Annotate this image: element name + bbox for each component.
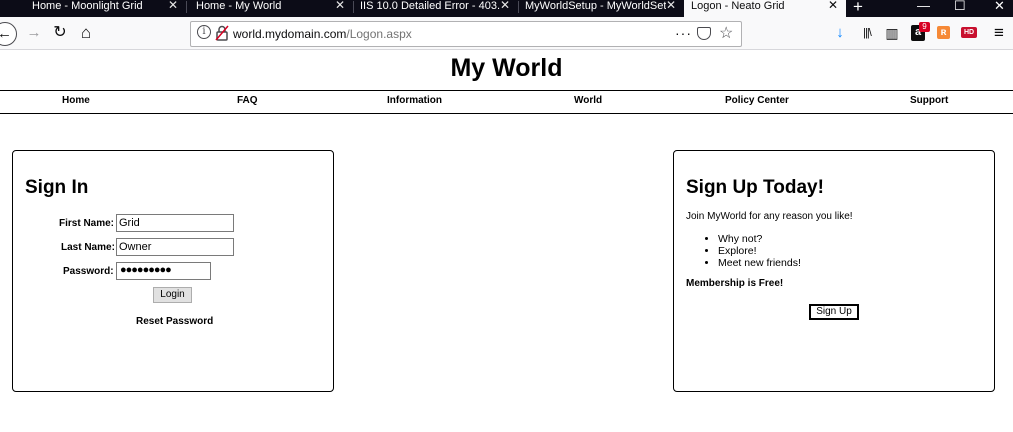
tab-myworldsetup[interactable]: MyWorldSetup - MyWorldSetup ✕ [519, 0, 684, 17]
close-icon[interactable]: ✕ [666, 0, 676, 11]
signin-heading: Sign In [25, 177, 89, 198]
signup-reasons-list: Why not? Explore! Meet new friends! [718, 233, 801, 269]
url-text[interactable]: world.mydomain.com/Logon.aspx [233, 26, 412, 42]
download-icon[interactable]: ↓ [833, 24, 847, 42]
tab-title: Home - Moonlight Grid [32, 0, 143, 12]
close-icon[interactable]: ✕ [335, 0, 345, 11]
new-tab-icon[interactable]: + [853, 0, 863, 17]
signup-heading: Sign Up Today! [686, 177, 824, 198]
tab-title: IIS 10.0 Detailed Error - 403.14 - Forbi… [360, 0, 500, 12]
bookmark-star-icon[interactable]: ☆ [719, 23, 733, 43]
signup-intro: Join MyWorld for any reason you like! [686, 211, 853, 222]
password-mask: ●●●●●●●●● [120, 264, 172, 276]
reload-icon[interactable]: ↻ [52, 23, 68, 43]
tab-title: Home - My World [196, 0, 282, 12]
site-title: My World [450, 54, 563, 82]
tab-my-world[interactable]: Home - My World ✕ [187, 0, 353, 17]
list-item: Explore! [718, 245, 801, 257]
first-name-input[interactable] [116, 214, 234, 232]
menu-item-home[interactable]: Home [62, 95, 90, 106]
insecure-lock-icon[interactable] [215, 25, 229, 41]
password-label: Password: [63, 266, 114, 277]
close-icon[interactable]: ✕ [828, 0, 838, 11]
home-icon[interactable]: ⌂ [77, 23, 95, 43]
membership-note: Membership is Free! [686, 278, 784, 289]
first-name-label: First Name: [59, 218, 115, 229]
page-actions-icon[interactable]: ··· [675, 25, 692, 41]
sign-up-button[interactable]: Sign Up [809, 304, 859, 320]
navigation-toolbar: ← → ↻ ⌂ i world.mydomain.com/Logon.aspx … [0, 17, 1013, 50]
library-icon[interactable]: |||\ [858, 24, 876, 42]
forward-arrow-icon[interactable]: → [26, 23, 42, 43]
signup-panel: Sign Up Today! Join MyWorld for any reas… [673, 150, 995, 392]
hd-extension-icon[interactable]: HD [961, 27, 977, 38]
notification-badge: 9 [919, 22, 930, 32]
last-name-label: Last Name: [61, 242, 115, 253]
tab-iis-error[interactable]: IIS 10.0 Detailed Error - 403.14 - Forbi… [354, 0, 518, 17]
close-icon[interactable]: ✕ [500, 0, 510, 11]
menu-item-world[interactable]: World [574, 95, 602, 106]
sidebar-icon[interactable]: ▥ [884, 24, 900, 42]
tab-moonlight-grid[interactable]: Home - Moonlight Grid ✕ [0, 0, 186, 17]
window-close-icon[interactable]: ✕ [994, 0, 1005, 14]
close-icon[interactable]: ✕ [168, 0, 178, 11]
signin-panel: Sign In First Name: Last Name: Password:… [12, 150, 334, 392]
url-domain: world.mydomain.com [233, 27, 347, 41]
back-arrow-icon[interactable]: ← [0, 22, 17, 46]
menu-item-policy-center[interactable]: Policy Center [725, 95, 789, 106]
last-name-input[interactable] [116, 238, 234, 256]
tab-logon-neato-grid[interactable]: Logon - Neato Grid ✕ [684, 0, 846, 17]
list-item: Why not? [718, 233, 801, 245]
tab-title: Logon - Neato Grid [691, 0, 785, 12]
reset-password-link[interactable]: Reset Password [136, 316, 213, 327]
tab-strip: Home - Moonlight Grid ✕ Home - My World … [0, 0, 1013, 17]
pocket-icon[interactable] [697, 27, 711, 40]
menu-item-support[interactable]: Support [910, 95, 948, 106]
url-path: /Logon.aspx [346, 27, 412, 41]
tab-title: MyWorldSetup - MyWorldSetup [525, 0, 666, 12]
site-menu: Home FAQ Information World Policy Center… [0, 90, 1013, 114]
maximize-icon[interactable]: ☐ [954, 0, 966, 14]
menu-item-faq[interactable]: FAQ [237, 95, 258, 106]
url-bar[interactable]: i world.mydomain.com/Logon.aspx ··· ☆ [190, 21, 742, 47]
minimize-icon[interactable]: — [917, 0, 930, 13]
list-item: Meet new friends! [718, 257, 801, 269]
rss-extension-icon[interactable]: ʀ [937, 26, 950, 39]
hamburger-menu-icon[interactable]: ≡ [992, 24, 1006, 42]
password-input[interactable]: ●●●●●●●●● [116, 262, 211, 280]
page-content: My World Home FAQ Information World Poli… [0, 51, 1013, 432]
menu-item-information[interactable]: Information [387, 95, 442, 106]
site-info-icon[interactable]: i [197, 25, 211, 39]
login-button[interactable]: Login [153, 287, 192, 303]
